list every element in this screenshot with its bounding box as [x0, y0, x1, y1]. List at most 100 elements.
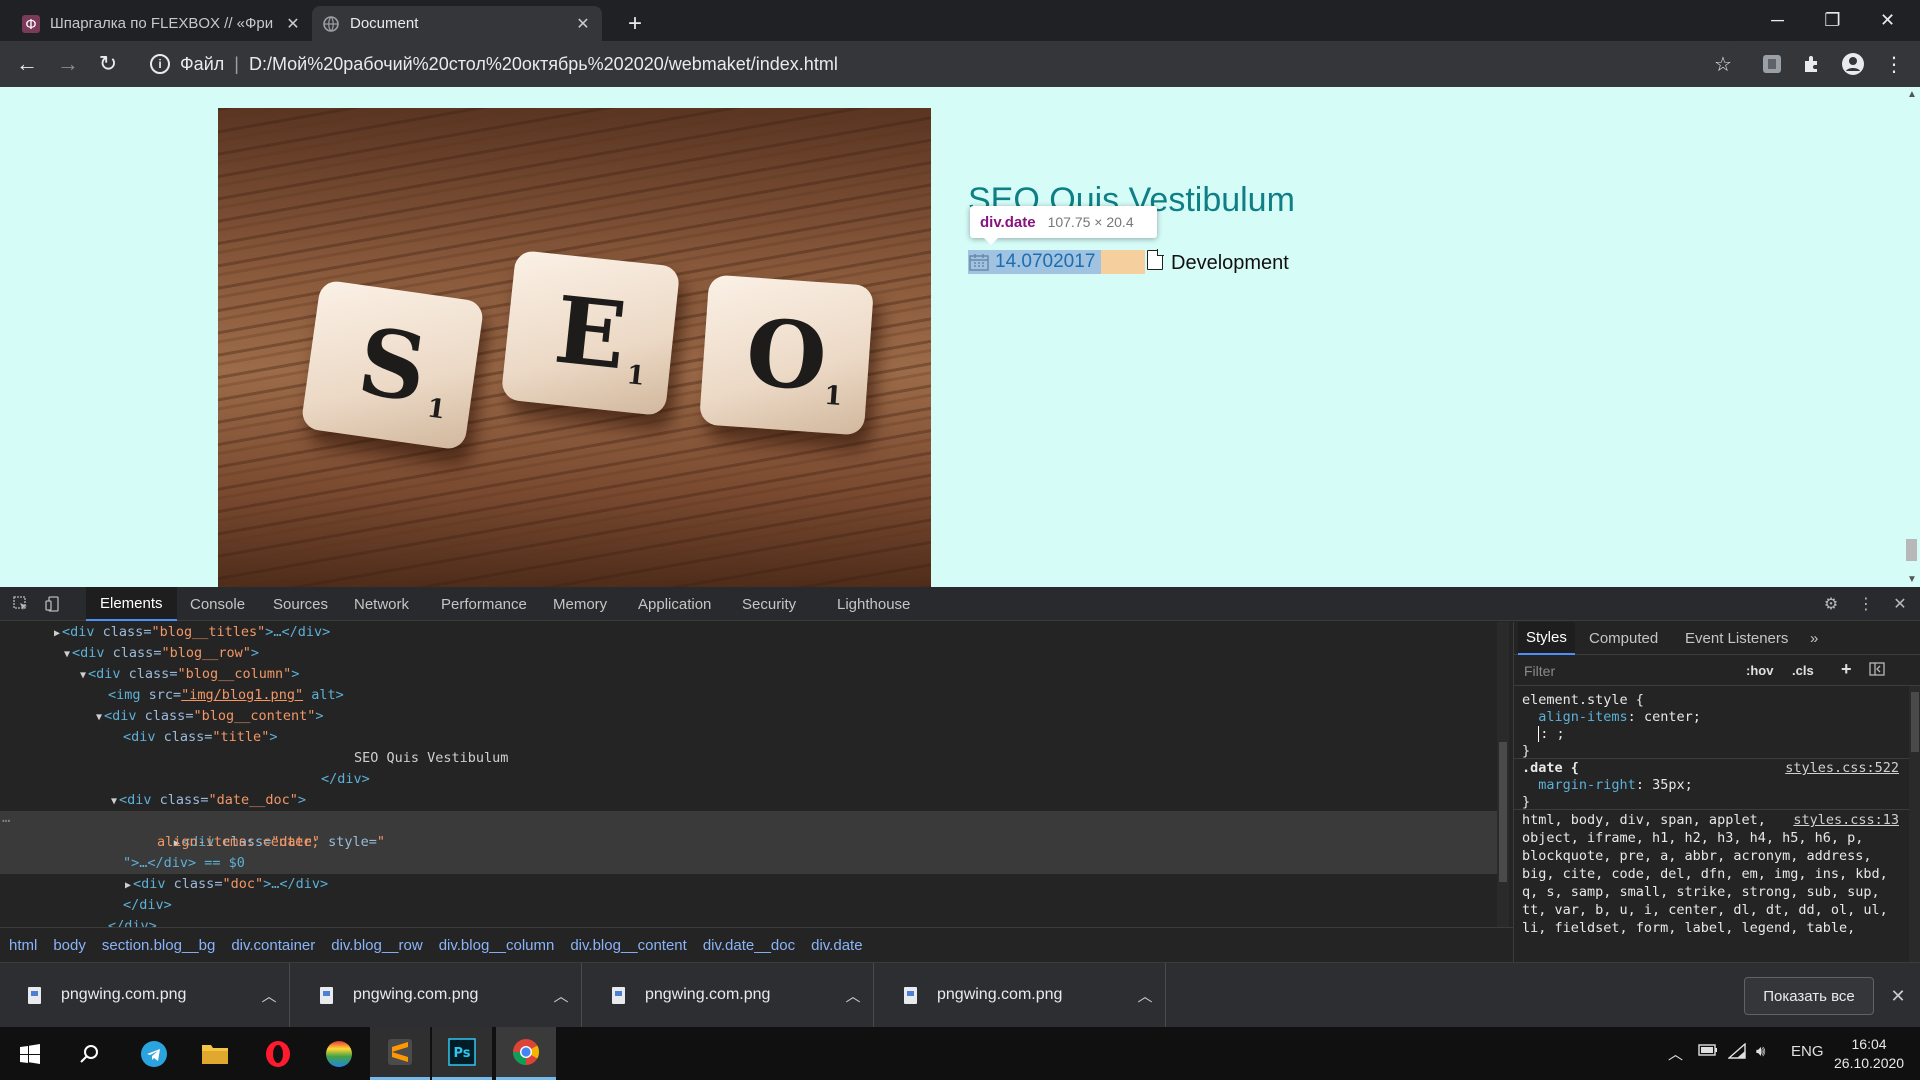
search-icon[interactable]	[60, 1027, 120, 1080]
puzzle-extensions-icon[interactable]	[1799, 51, 1825, 77]
devtools-tab-memory[interactable]: Memory	[539, 587, 621, 621]
forward-icon[interactable]: →	[52, 49, 84, 79]
devtools-tab-security[interactable]: Security	[728, 587, 810, 621]
elements-tree[interactable]: ▶ <div class="blog__titles">…</div> ▼ <div…	[0, 622, 1497, 927]
source-link[interactable]: styles.css:522	[1785, 760, 1899, 777]
device-toggle-icon[interactable]	[42, 594, 64, 614]
dom-node[interactable]: ▶ <div class="doc">…</div>	[0, 874, 1497, 895]
dom-close-tag[interactable]: </div>	[0, 895, 1497, 916]
devtools-tab-application[interactable]: Application	[624, 587, 725, 621]
dom-node[interactable]: ▶ <div class="blog__titles">…</div>	[0, 622, 1497, 643]
extension-icon[interactable]	[1759, 51, 1785, 77]
scroll-up-icon[interactable]: ▲	[1907, 89, 1917, 100]
battery-icon[interactable]	[1698, 1043, 1718, 1061]
close-devtools-icon[interactable]: ✕	[1889, 594, 1911, 614]
download-item[interactable]: pngwing.com.png ︿	[876, 963, 1166, 1027]
breadcrumb-item[interactable]: div.blog__column	[439, 937, 555, 954]
info-icon[interactable]: i	[150, 54, 170, 74]
page-scrollbar[interactable]: ▲ ▼	[1903, 87, 1920, 587]
windows-start-icon[interactable]	[0, 1027, 60, 1080]
sublime-text-icon[interactable]	[370, 1027, 430, 1080]
tray-chevron-up-icon[interactable]: ︿	[1668, 1043, 1683, 1064]
settings-gear-icon[interactable]: ⚙	[1820, 594, 1842, 614]
tab-styles[interactable]: Styles	[1518, 622, 1575, 655]
download-item[interactable]: pngwing.com.png ︿	[292, 963, 582, 1027]
node-actions-icon[interactable]: ⋯	[2, 811, 10, 832]
reload-icon[interactable]: ↻	[92, 49, 124, 79]
scrollbar-thumb[interactable]	[1911, 692, 1919, 752]
devtools-tab-sources[interactable]: Sources	[259, 587, 342, 621]
show-all-downloads-button[interactable]: Показать все	[1744, 977, 1874, 1015]
inspect-element-icon[interactable]	[10, 594, 32, 614]
telegram-icon[interactable]	[124, 1027, 184, 1080]
chrome-icon[interactable]	[496, 1027, 556, 1080]
close-tab-icon[interactable]: ✕	[284, 15, 302, 33]
scrollbar-thumb[interactable]	[1499, 742, 1507, 882]
breadcrumb-item[interactable]: section.blog__bg	[102, 937, 215, 954]
chevron-up-icon[interactable]: ︿	[249, 985, 289, 1006]
devtools-tab-performance[interactable]: Performance	[427, 587, 541, 621]
breadcrumb-item[interactable]: div.blog__row	[331, 937, 422, 954]
styles-filter-input[interactable]: Filter	[1524, 663, 1555, 679]
url-text[interactable]: D:/Мой%20рабочий%20стол%20октябрь%202020…	[249, 54, 838, 75]
elements-scrollbar[interactable]	[1497, 622, 1509, 927]
wifi-icon[interactable]	[1727, 1042, 1746, 1063]
tab-more-chevron-icon[interactable]: »	[1802, 622, 1826, 655]
chevron-up-icon[interactable]: ︿	[1125, 985, 1165, 1006]
menu-kebab-icon[interactable]: ⋮	[1881, 51, 1907, 77]
scroll-down-icon[interactable]: ▼	[1907, 574, 1917, 585]
opera-icon[interactable]	[248, 1027, 308, 1080]
devtools-menu-icon[interactable]: ⋮	[1855, 594, 1877, 614]
date-rule[interactable]: .date { margin-right: 35px; } styles.css:…	[1514, 760, 1909, 811]
source-link[interactable]: styles.css:13	[1787, 811, 1899, 829]
tab-document[interactable]: Document ✕	[312, 6, 602, 41]
breadcrumb-item[interactable]: div.date	[811, 937, 862, 954]
element-style-rule[interactable]: element.style { align-items: center; : ;…	[1514, 692, 1909, 760]
dom-close-tag[interactable]: </div>	[0, 769, 1497, 790]
reset-rule[interactable]: html, body, div, span, applet, object, i…	[1514, 811, 1909, 937]
breadcrumb-item[interactable]: div.blog__content	[570, 937, 686, 954]
devtools-tab-elements[interactable]: Elements	[86, 587, 177, 621]
devtools-tab-console[interactable]: Console	[176, 587, 259, 621]
photoshop-icon[interactable]: Ps	[432, 1027, 492, 1080]
back-icon[interactable]: ←	[11, 49, 43, 79]
file-explorer-icon[interactable]	[185, 1027, 245, 1080]
dom-node[interactable]: <img src="img/blog1.png" alt>	[0, 685, 1497, 706]
rainbow-app-icon[interactable]	[309, 1027, 369, 1080]
bookmark-star-icon[interactable]: ☆	[1710, 51, 1736, 77]
hov-toggle[interactable]: :hov	[1746, 663, 1773, 678]
dom-node[interactable]: ▼ <div class="blog__column">	[0, 664, 1497, 685]
restore-icon[interactable]: ❐	[1805, 0, 1860, 40]
tab-flexbox[interactable]: Ф Шпаргалка по FLEXBOX // «Фри ✕	[12, 6, 312, 41]
new-rule-icon[interactable]: +	[1841, 659, 1852, 680]
devtools-tab-lighthouse[interactable]: Lighthouse	[823, 587, 924, 621]
chevron-up-icon[interactable]: ︿	[541, 985, 581, 1006]
tab-event-listeners[interactable]: Event Listeners	[1677, 622, 1796, 655]
dom-close-tag[interactable]: </div>	[0, 916, 1497, 927]
tab-computed[interactable]: Computed	[1581, 622, 1666, 655]
close-window-icon[interactable]: ✕	[1860, 0, 1915, 40]
close-shelf-icon[interactable]: ✕	[1885, 983, 1911, 1009]
new-tab-button[interactable]: +	[620, 9, 650, 39]
breadcrumb-item[interactable]: div.container	[231, 937, 315, 954]
chevron-up-icon[interactable]: ︿	[833, 985, 873, 1006]
address-bar[interactable]: i Файл | D:/Мой%20рабочий%20стол%20октяб…	[140, 47, 1744, 81]
dom-node[interactable]: <div class="title">	[0, 727, 1497, 748]
styles-scrollbar[interactable]	[1909, 686, 1920, 962]
system-clock[interactable]: 16:04 26.10.2020	[1834, 1035, 1904, 1073]
scrollbar-thumb[interactable]	[1906, 539, 1917, 561]
breadcrumb-item[interactable]: html	[9, 937, 37, 954]
dom-node[interactable]: ▼ <div class="blog__content">	[0, 706, 1497, 727]
dom-text-node[interactable]: SEO Quis Vestibulum	[0, 748, 1497, 769]
devtools-tab-network[interactable]: Network	[340, 587, 423, 621]
volume-icon[interactable]: 🔊︎	[1756, 1043, 1765, 1060]
toggle-sidebar-icon[interactable]	[1869, 661, 1885, 680]
profile-avatar-icon[interactable]	[1840, 51, 1866, 77]
dom-node[interactable]: ▼ <div class="date__doc">	[0, 790, 1497, 811]
language-indicator[interactable]: ENG	[1791, 1043, 1824, 1060]
download-item[interactable]: pngwing.com.png ︿	[584, 963, 874, 1027]
dom-node[interactable]: ▼ <div class="blog__row">	[0, 643, 1497, 664]
cls-toggle[interactable]: .cls	[1792, 663, 1814, 678]
close-tab-icon[interactable]: ✕	[574, 15, 592, 33]
minimize-icon[interactable]: ─	[1750, 0, 1805, 40]
